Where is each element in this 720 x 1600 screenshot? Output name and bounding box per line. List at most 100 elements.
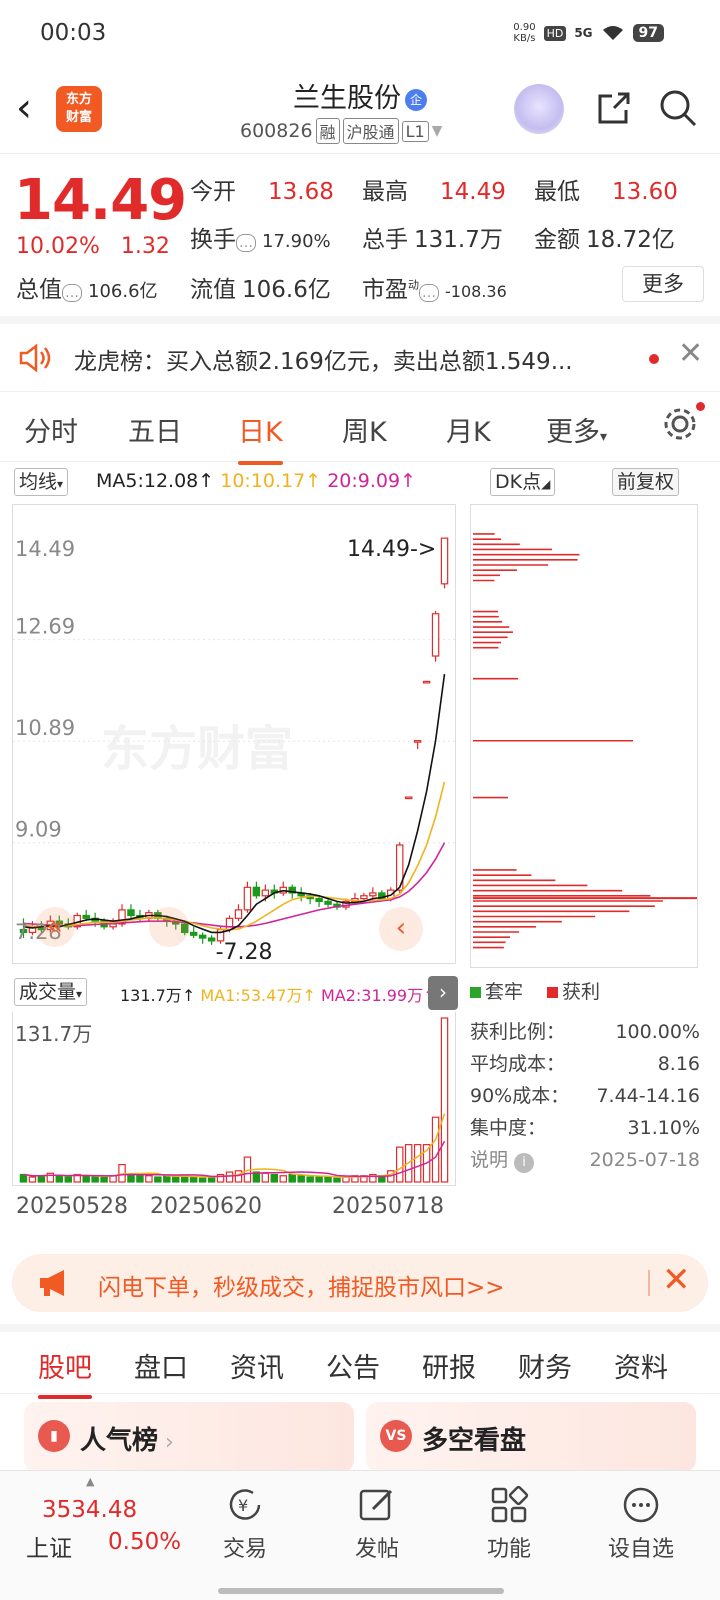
zoom-icon[interactable]	[149, 907, 189, 947]
volume-bar	[270, 1173, 279, 1183]
more-button[interactable]: 更多	[622, 266, 704, 302]
ma20-value: 20:9.09	[327, 470, 401, 492]
caret-up-icon: ▲	[86, 1475, 95, 1488]
ma-bar: 均线▾ MA5:12.08↑ 10:10.17↑ 20:9.09↑ DK点◢ 前…	[0, 466, 720, 500]
candle	[369, 892, 377, 897]
volume-bar	[37, 1175, 46, 1183]
expand-icon[interactable]: ›	[428, 976, 458, 1010]
low-field: 最低 13.60	[534, 172, 678, 206]
close-icon[interactable]: ✕	[662, 1260, 691, 1300]
candle	[440, 537, 449, 585]
divider	[648, 1270, 650, 1296]
dk-selector[interactable]: DK点◢	[490, 468, 556, 496]
arrow-up-icon: ↑	[198, 470, 215, 492]
volume-values: 131.7万↑ MA1:53.47万↑ MA2:31.99万↑	[120, 986, 437, 1005]
ma10-value: 10:10.17	[220, 470, 306, 492]
tab-orderbook[interactable]: 盘口	[134, 1346, 188, 1385]
legend-profit-label: 获利	[562, 981, 601, 1003]
stat-row: 90%成本： 7.44-14.16	[470, 1080, 710, 1112]
price-change: 10.02% 1.32	[16, 234, 170, 259]
close-icon[interactable]: ✕	[678, 336, 703, 371]
turnover-label: 换手	[190, 227, 236, 253]
ma5-value: MA5:12.08	[96, 470, 199, 492]
tab-profile[interactable]: 资料	[614, 1346, 668, 1385]
bull-bear-card[interactable]: VS 多空看盘	[366, 1402, 696, 1472]
scroll-left-icon[interactable]: «	[35, 907, 75, 947]
notice-bar[interactable]: 龙虎榜：买入总额2.169亿元，卖出总额1.549... ✕	[0, 324, 720, 392]
tab-news[interactable]: 资讯	[230, 1346, 284, 1385]
volume-bar	[234, 1170, 243, 1183]
trade-icon: ¥	[229, 1489, 261, 1520]
tab-week-k[interactable]: 周K	[342, 410, 387, 449]
battery-icon: 97	[632, 24, 664, 42]
volume-bar	[395, 1146, 404, 1183]
gear-icon[interactable]	[660, 404, 700, 444]
tab-more[interactable]: 更多▾	[546, 410, 607, 449]
volume-selector[interactable]: 成交量▾	[14, 978, 88, 1006]
tab-day-k[interactable]: 日K	[238, 410, 283, 465]
stat-value: 100.00%	[615, 1021, 700, 1043]
stock-code: 600826	[240, 120, 313, 142]
chevron-down-icon: ◢	[541, 477, 551, 491]
candle	[422, 680, 431, 684]
tab-research[interactable]: 研报	[422, 1346, 476, 1385]
tag-connect: 沪股通	[342, 118, 399, 144]
amount-value: 18.72亿	[586, 227, 675, 253]
mktcap-field: 总值… 106.6亿	[16, 270, 158, 304]
vol-value: 131.7万	[120, 986, 182, 1005]
kline-chart[interactable]: 东方财富 14.49 12.69 10.89 9.09 7.28 14.49-> -7.28…	[12, 504, 457, 965]
assistant-avatar[interactable]	[514, 84, 564, 134]
info-icon[interactable]: …	[236, 234, 256, 252]
chevron-right-icon: ›	[158, 1430, 174, 1455]
volume-field: 总手 131.7万	[362, 220, 503, 254]
card-title: 人气榜 ›	[80, 1420, 174, 1457]
chevron-down-icon: ▾	[57, 477, 64, 491]
tab-forum[interactable]: 股吧	[38, 1346, 92, 1399]
popularity-card[interactable]: ▮ 人气榜 ›	[24, 1402, 354, 1472]
index-value[interactable]: 3534.48	[42, 1497, 137, 1523]
nav-trade[interactable]: ¥ 交易	[200, 1479, 290, 1563]
mktcap-value: 106.6亿	[88, 281, 158, 302]
tab-five-day[interactable]: 五日	[128, 410, 182, 449]
volume-bar	[189, 1176, 198, 1183]
nav-functions[interactable]: 功能	[464, 1479, 554, 1563]
candle	[243, 886, 252, 911]
chip-distribution[interactable]	[470, 504, 698, 968]
nav-post[interactable]: 发帖	[332, 1479, 422, 1563]
volume-header: 成交量▾ 131.7万↑ MA1:53.47万↑ MA2:31.99万↑ ›	[0, 976, 460, 1010]
status-icons: 0.90 KB/s HD 5G 97	[513, 22, 664, 44]
search-icon[interactable]	[658, 88, 698, 128]
index-name[interactable]: 上证	[26, 1529, 72, 1563]
tab-announcements[interactable]: 公告	[326, 1346, 380, 1385]
tab-month-k[interactable]: 月K	[446, 410, 491, 449]
low-label: 最低	[534, 179, 580, 205]
tag-level: L1	[401, 120, 429, 142]
chip-note[interactable]: 说明 i 2025-07-18	[470, 1144, 710, 1176]
stock-name: 兰生股份	[293, 83, 401, 114]
share-icon[interactable]	[594, 88, 634, 128]
info-icon[interactable]: …	[62, 284, 82, 302]
volume-chart[interactable]: 131.7万	[12, 1012, 456, 1186]
volume-bar	[333, 1177, 341, 1183]
volume-bar	[136, 1175, 144, 1183]
promo-banner[interactable]: 闪电下单，秒级成交，捕捉股市风口>> ✕	[12, 1254, 708, 1312]
vs-icon: VS	[380, 1420, 412, 1452]
tab-finance[interactable]: 财务	[518, 1346, 572, 1385]
candle	[225, 917, 234, 931]
volume-selector-label: 成交量	[19, 981, 77, 1003]
candle	[324, 900, 332, 905]
index-pct[interactable]: 0.50%	[108, 1529, 181, 1555]
info-icon[interactable]: …	[419, 284, 439, 302]
candle	[404, 796, 413, 800]
stat-row: 集中度： 31.10%	[470, 1112, 710, 1144]
nav-add-watchlist[interactable]: 设自选	[596, 1479, 686, 1563]
scroll-right-icon[interactable]: ‹	[379, 907, 423, 951]
arrow-up-icon: ↑	[400, 470, 417, 492]
tab-timeshare[interactable]: 分时	[24, 410, 78, 449]
stat-value: 31.10%	[627, 1117, 700, 1139]
stock-subline[interactable]: 600826 融 沪股通 L1 ▼	[240, 118, 442, 144]
adjust-selector[interactable]: 前复权	[612, 468, 680, 496]
volume-bar	[261, 1172, 270, 1183]
ma-selector[interactable]: 均线▾	[14, 468, 69, 496]
vol-ma1-line	[23, 1113, 446, 1179]
